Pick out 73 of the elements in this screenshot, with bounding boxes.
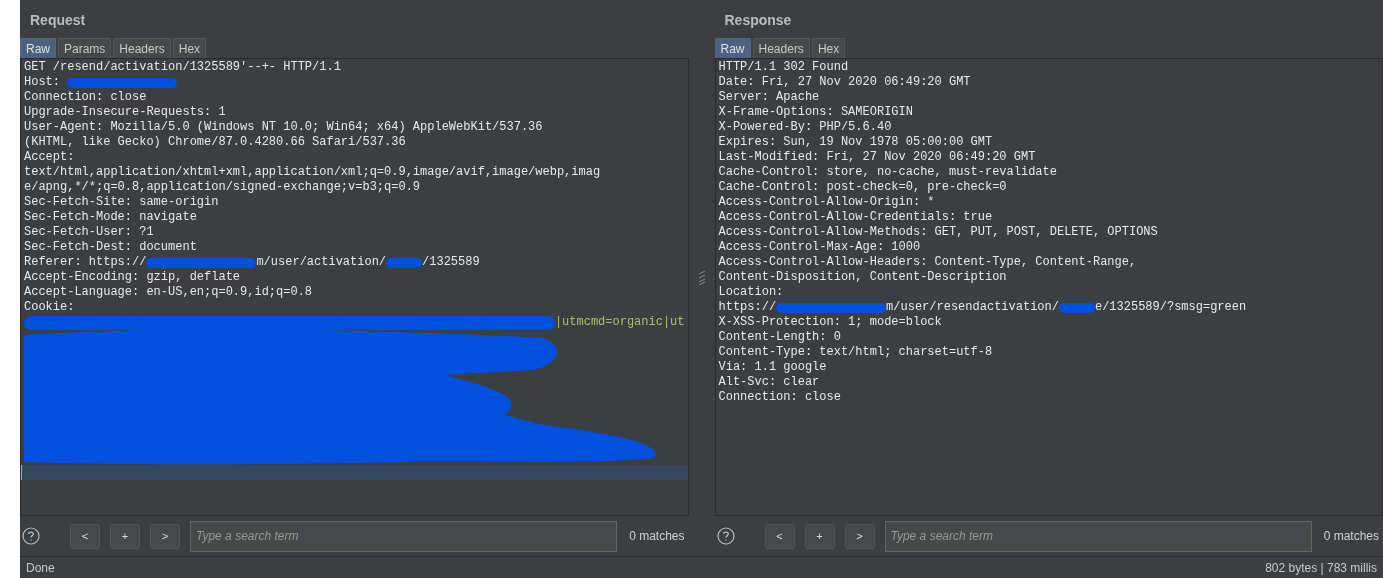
code-text: Alt-Svc: clear <box>718 375 820 390</box>
search-nav-button[interactable]: < <box>764 523 795 549</box>
code-text: HTTP/1.1 302 Found <box>718 60 849 75</box>
code-text: Sec-Fetch-Mode: navigate <box>24 210 197 225</box>
code-text: Accept-Encoding: gzip, deflate <box>24 270 241 285</box>
code-text: (KHTML, like Gecko) Chrome/87.0.4280.66 Safari/537.36 <box>24 135 406 150</box>
code-text: X-XSS-Protection: 1; mode=block <box>718 315 942 330</box>
code-text: Accept: <box>24 150 75 165</box>
tab[interactable]: Headers <box>752 38 810 58</box>
search-field[interactable]: Type a search term <box>190 520 618 552</box>
code-text: User-Agent: Mozilla/5.0 (Windows NT 10.0; Win64; x64) AppleWebKit/537.36 <box>24 120 543 135</box>
code-text: text/html,application/xhtml+xml,application/xml;q=0.9,image/avif,image/webp,imag <box>24 165 601 180</box>
code-text: Connection: close <box>718 390 841 405</box>
match-count: 0 matches <box>1323 528 1379 545</box>
code-text: m/user/activation/ <box>256 255 387 270</box>
panel-title: Response <box>723 10 793 30</box>
code-text: Access-Control-Allow-Headers: Content-Type, Content-Range, <box>718 255 1137 270</box>
code-text: Host: <box>24 75 61 90</box>
splitter-grip-icon[interactable] <box>698 271 705 285</box>
tab[interactable]: Raw <box>714 38 751 58</box>
code-text: Content-Length: 0 <box>718 330 841 345</box>
search-nav-button[interactable]: < <box>70 523 100 549</box>
code-text: Connection: close <box>24 90 147 105</box>
message-editor[interactable] <box>20 58 689 516</box>
code-text: Access-Control-Allow-Credentials: true <box>718 210 993 225</box>
code-text: Last-Modified: Fri, 27 Nov 2020 06:49:20 GMT <box>718 150 1036 165</box>
redaction-mark <box>1058 302 1095 313</box>
code-text: Access-Control-Allow-Methods: GET, PUT, POST, DELETE, OPTIONS <box>718 225 1158 240</box>
code-text: Accept-Language: en-US,en;q=0.9,id;q=0.8 <box>24 285 313 300</box>
code-text: e/1325589/?smsg=green <box>1094 300 1247 315</box>
code-text: Date: Fri, 27 Nov 2020 06:49:20 GMT <box>718 75 971 90</box>
code-text: Cookie: <box>24 300 75 315</box>
code-text: Content-Type: text/html; charset=utf-8 <box>718 345 993 360</box>
code-text: /1325589 <box>422 255 480 270</box>
code-text: Sec-Fetch-User: ?1 <box>24 225 154 240</box>
code-text: |utmcmd=organic|ut <box>554 315 685 330</box>
status-text: Done <box>26 559 55 577</box>
code-text: Via: 1.1 google <box>718 360 827 375</box>
search-nav-button[interactable]: + <box>110 523 140 549</box>
code-text: https:// <box>718 300 777 315</box>
search-nav-button[interactable]: + <box>804 523 835 549</box>
tab[interactable]: Hex <box>811 38 846 58</box>
search-nav-button[interactable]: > <box>844 523 875 549</box>
code-text: Expires: Sun, 19 Nov 1978 05:00:00 GMT <box>718 135 993 150</box>
code-text: X-Frame-Options: SAMEORIGIN <box>718 105 913 120</box>
code-text: Access-Control-Allow-Origin: * <box>718 195 935 210</box>
tab[interactable]: Headers <box>113 38 171 58</box>
code-text: Referer: https:// <box>24 255 147 270</box>
tab[interactable]: Hex <box>172 38 207 58</box>
code-text: Access-Control-Max-Age: 1000 <box>718 240 921 255</box>
panel-title: Request <box>29 10 87 30</box>
search-field[interactable]: Type a search term <box>884 520 1312 552</box>
redaction-mark <box>386 257 423 268</box>
code-text: Content-Disposition, Content-Description <box>718 270 1007 285</box>
code-text: Cache-Control: store, no-cache, must-revalidate <box>718 165 1057 180</box>
code-text: Cache-Control: post-check=0, pre-check=0 <box>718 180 1007 195</box>
help-icon[interactable] <box>22 527 40 545</box>
code-text: m/user/resendactivation/ <box>886 300 1059 315</box>
code-text: Location: <box>718 285 784 300</box>
code-text: Upgrade-Insecure-Requests: 1 <box>24 105 226 120</box>
message-editor[interactable] <box>714 58 1383 516</box>
code-text: Sec-Fetch-Site: same-origin <box>24 195 219 210</box>
code-text: Server: Apache <box>718 90 820 105</box>
code-text: GET /resend/activation/1325589'--+- HTTP/1.1 <box>24 60 341 75</box>
tab[interactable]: Raw <box>20 38 56 58</box>
code-text: e/apng,*/*;q=0.8,application/signed-exchange;v=b3;q=0.9 <box>24 180 421 195</box>
status-text: 802 bytes | 783 millis <box>1265 559 1377 577</box>
search-nav-button[interactable]: > <box>150 523 180 549</box>
code-text: Sec-Fetch-Dest: document <box>24 240 197 255</box>
tab[interactable]: Params <box>58 38 112 58</box>
help-icon[interactable] <box>716 527 735 545</box>
match-count: 0 matches <box>629 528 685 545</box>
code-text: X-Powered-By: PHP/5.6.40 <box>718 120 892 135</box>
